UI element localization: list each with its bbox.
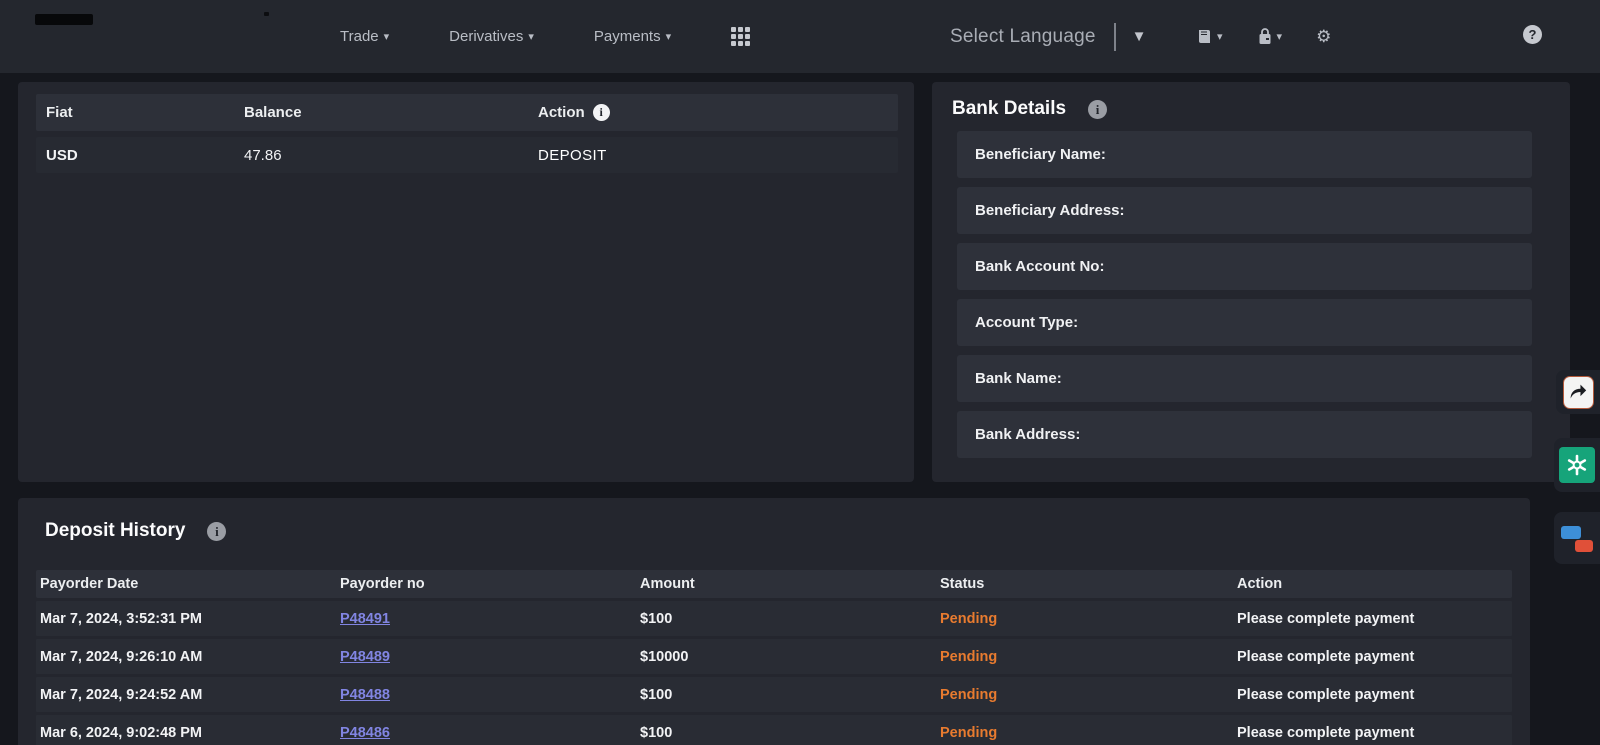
payorder-date: Mar 7, 2024, 9:24:52 AM bbox=[40, 687, 340, 703]
field-label: Bank Address: bbox=[975, 426, 1080, 443]
deposit-history-title: Deposit History i bbox=[45, 520, 226, 542]
select-language-label[interactable]: Select Language bbox=[950, 26, 1096, 48]
info-icon[interactable]: i bbox=[593, 104, 610, 121]
bank-details-panel: Bank Details i Beneficiary Name: Benefic… bbox=[932, 82, 1570, 482]
amount: $100 bbox=[640, 611, 940, 627]
fiat-currency: USD bbox=[46, 147, 244, 164]
status-header: Status bbox=[940, 576, 1237, 592]
blue-bubble bbox=[1561, 526, 1581, 539]
field-label: Beneficiary Address: bbox=[975, 202, 1125, 219]
action-header: Action bbox=[1237, 576, 1512, 592]
fiat-table-header: Fiat Balance Action i bbox=[36, 94, 898, 131]
action-col-header: Action i bbox=[538, 104, 898, 121]
payorder-link[interactable]: P48491 bbox=[340, 611, 390, 627]
chevron-down-icon: ▾ bbox=[384, 30, 390, 43]
top-navbar: Trade ▾ Derivatives ▾ Payments ▾ Select … bbox=[0, 0, 1600, 73]
bank-account-no-field: Bank Account No: bbox=[957, 243, 1532, 290]
payorder-date: Mar 7, 2024, 9:26:10 AM bbox=[40, 649, 340, 665]
balance-col-header: Balance bbox=[244, 104, 538, 121]
knot-glyph bbox=[1565, 453, 1589, 477]
action-text: Please complete payment bbox=[1237, 725, 1512, 741]
chevron-down-icon: ▾ bbox=[528, 30, 534, 43]
chatgpt-icon[interactable] bbox=[1559, 447, 1595, 483]
table-row: Mar 7, 2024, 3:52:31 PM P48491 $100 Pend… bbox=[36, 601, 1512, 636]
action-header-label: Action bbox=[538, 104, 585, 121]
share-button[interactable] bbox=[1563, 376, 1594, 409]
lock-icon bbox=[1257, 27, 1273, 46]
share-widget bbox=[1556, 370, 1600, 414]
red-bubble bbox=[1575, 540, 1593, 552]
deposit-history-header: Payorder Date Payorder no Amount Status … bbox=[36, 570, 1512, 598]
status-badge: Pending bbox=[940, 611, 1237, 627]
info-icon[interactable]: i bbox=[1088, 100, 1107, 119]
fiat-balance-panel: Fiat Balance Action i USD 47.86 DEPOSIT bbox=[18, 82, 914, 482]
amount: $100 bbox=[640, 725, 940, 741]
status-badge: Pending bbox=[940, 649, 1237, 665]
payorder-date: Mar 6, 2024, 9:02:48 PM bbox=[40, 725, 340, 741]
field-label: Beneficiary Name: bbox=[975, 146, 1106, 163]
table-row: USD 47.86 DEPOSIT bbox=[36, 137, 898, 173]
navbar-icon-group: ▾ ▾ ⚙ bbox=[1196, 0, 1331, 73]
nav-trade-menu[interactable]: Trade ▾ bbox=[340, 28, 389, 45]
field-label: Bank Name: bbox=[975, 370, 1062, 387]
action-text: Please complete payment bbox=[1237, 649, 1512, 665]
translate-dropdown-icon[interactable]: ▼ bbox=[1132, 28, 1147, 45]
amount-header: Amount bbox=[640, 576, 940, 592]
payorder-link[interactable]: P48489 bbox=[340, 649, 390, 665]
bank-details-title-label: Bank Details bbox=[952, 98, 1066, 120]
logo-mark bbox=[264, 12, 269, 16]
nav-derivatives-menu[interactable]: Derivatives ▾ bbox=[449, 28, 534, 45]
payorder-date-header: Payorder Date bbox=[40, 576, 340, 592]
nav-payments-label: Payments bbox=[594, 28, 661, 45]
info-icon[interactable]: i bbox=[207, 522, 226, 541]
action-text: Please complete payment bbox=[1237, 687, 1512, 703]
payorder-no-header: Payorder no bbox=[340, 576, 640, 592]
fiat-balance-value: 47.86 bbox=[244, 147, 538, 164]
deposit-history-panel: Deposit History i Payorder Date Payorder… bbox=[18, 498, 1530, 745]
chat-widget bbox=[1554, 512, 1600, 564]
share-arrow-icon bbox=[1568, 383, 1588, 401]
amount: $100 bbox=[640, 687, 940, 703]
assistant-widget bbox=[1554, 438, 1600, 492]
beneficiary-name-field: Beneficiary Name: bbox=[957, 131, 1532, 178]
table-row: Mar 6, 2024, 9:02:48 PM P48486 $100 Pend… bbox=[36, 715, 1512, 745]
nav-derivatives-label: Derivatives bbox=[449, 28, 523, 45]
divider bbox=[1114, 23, 1116, 51]
payorder-date: Mar 7, 2024, 3:52:31 PM bbox=[40, 611, 340, 627]
brand-logo[interactable] bbox=[35, 14, 93, 25]
status-badge: Pending bbox=[940, 687, 1237, 703]
nav-trade-label: Trade bbox=[340, 28, 379, 45]
deposit-history-title-label: Deposit History bbox=[45, 520, 185, 542]
main-nav: Trade ▾ Derivatives ▾ Payments ▾ bbox=[340, 0, 750, 73]
field-label: Account Type: bbox=[975, 314, 1078, 331]
nav-payments-menu[interactable]: Payments ▾ bbox=[594, 28, 671, 45]
fiat-col-header: Fiat bbox=[46, 104, 244, 121]
field-label: Bank Account No: bbox=[975, 258, 1104, 275]
payorder-link[interactable]: P48488 bbox=[340, 687, 390, 703]
gear-icon[interactable]: ⚙ bbox=[1316, 27, 1331, 47]
table-row: Mar 7, 2024, 9:24:52 AM P48488 $100 Pend… bbox=[36, 677, 1512, 712]
payorder-link[interactable]: P48486 bbox=[340, 725, 390, 741]
chevron-down-icon: ▾ bbox=[1217, 30, 1223, 43]
chat-bubbles-icon[interactable] bbox=[1561, 524, 1593, 552]
bank-name-field: Bank Name: bbox=[957, 355, 1532, 402]
orders-book-menu[interactable]: ▾ bbox=[1196, 28, 1223, 45]
wallet-security-menu[interactable]: ▾ bbox=[1257, 27, 1283, 46]
action-text: Please complete payment bbox=[1237, 611, 1512, 627]
apps-grid-icon[interactable] bbox=[731, 27, 750, 46]
chevron-down-icon: ▾ bbox=[1277, 30, 1283, 43]
status-badge: Pending bbox=[940, 725, 1237, 741]
amount: $10000 bbox=[640, 649, 940, 665]
deposit-history-rows: Mar 7, 2024, 3:52:31 PM P48491 $100 Pend… bbox=[36, 601, 1512, 745]
bank-details-title: Bank Details i bbox=[952, 98, 1107, 120]
language-selector: Select Language ▼ bbox=[950, 0, 1146, 73]
table-row: Mar 7, 2024, 9:26:10 AM P48489 $10000 Pe… bbox=[36, 639, 1512, 674]
deposit-button[interactable]: DEPOSIT bbox=[538, 147, 607, 164]
help-icon[interactable]: ? bbox=[1523, 25, 1542, 44]
bank-address-field: Bank Address: bbox=[957, 411, 1532, 458]
book-icon bbox=[1196, 28, 1213, 45]
chevron-down-icon: ▾ bbox=[666, 30, 672, 43]
beneficiary-address-field: Beneficiary Address: bbox=[957, 187, 1532, 234]
account-type-field: Account Type: bbox=[957, 299, 1532, 346]
